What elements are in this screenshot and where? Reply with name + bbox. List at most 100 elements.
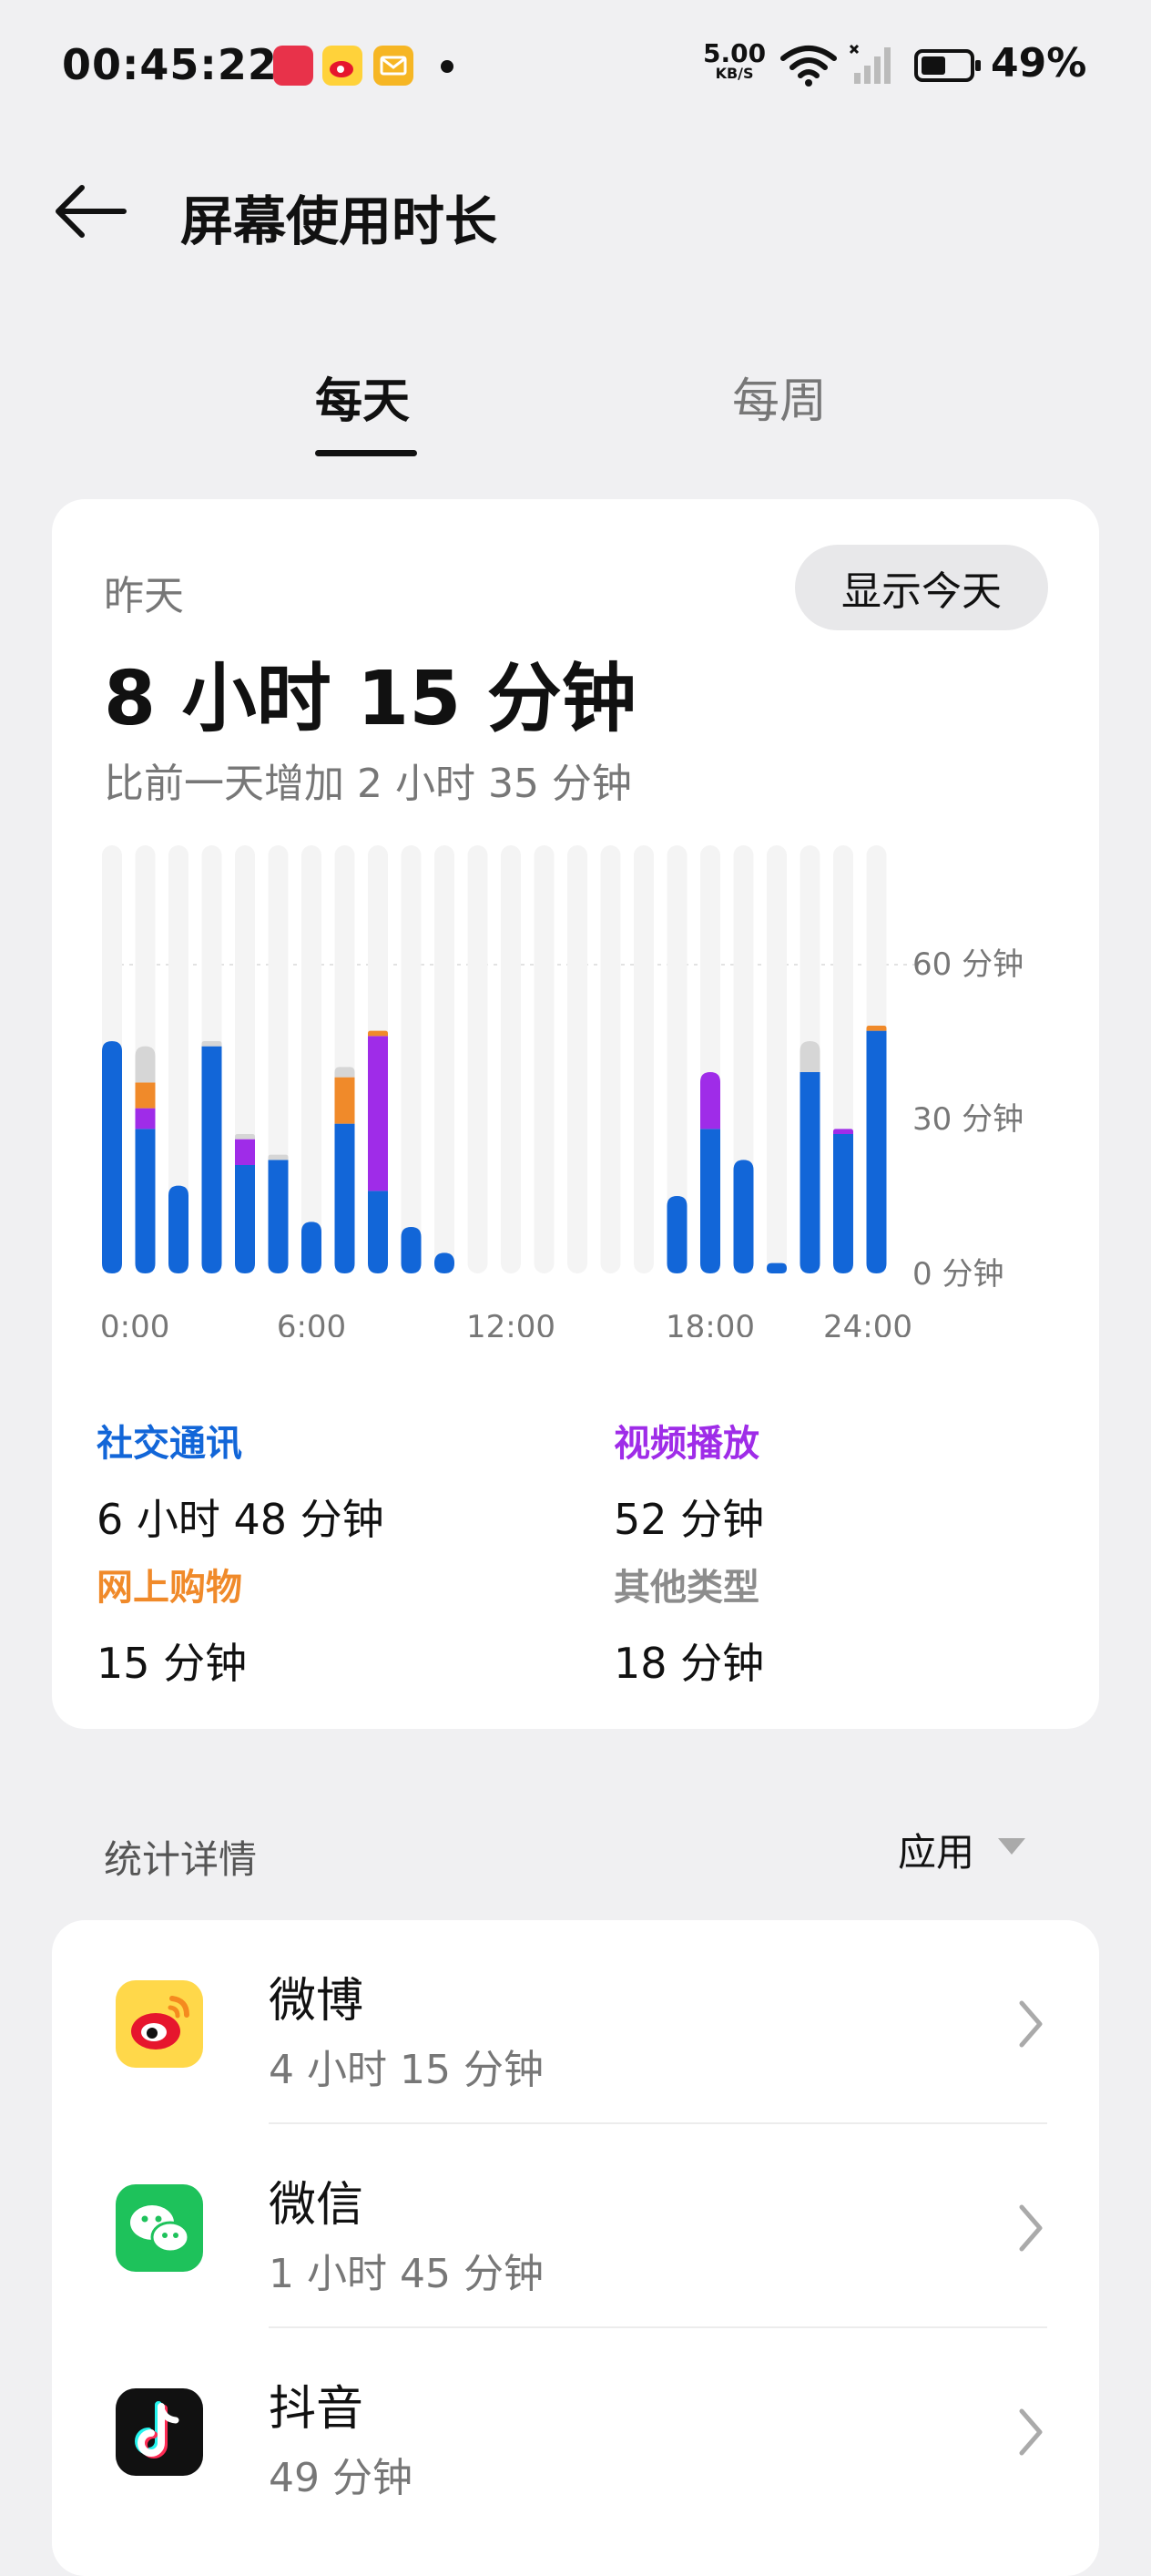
category-social-label: 社交通讯 xyxy=(97,1423,242,1465)
back-arrow-icon[interactable] xyxy=(51,182,127,240)
shopping-app-notification-icon xyxy=(273,46,313,86)
app-row-weibo[interactable]: 微博 4 小时 15 分钟 xyxy=(52,1920,1099,2124)
category-social-value: 6 小时 48 分钟 xyxy=(97,1495,384,1544)
y-tick-label: 30 分钟 xyxy=(912,1101,1024,1138)
battery-percent: 49% xyxy=(991,40,1087,87)
category-other: 其他类型 18 分钟 xyxy=(614,1558,764,1691)
app-name: 微信 xyxy=(269,2178,364,2233)
app-usage-time: 1 小时 45 分钟 xyxy=(269,2251,544,2297)
active-tab-indicator xyxy=(315,450,417,456)
bar-segment xyxy=(733,1160,754,1273)
more-notifications-dot xyxy=(441,60,453,73)
bar-segment xyxy=(401,1227,422,1273)
details-label: 统计详情 xyxy=(104,1837,258,1882)
category-shopping-value: 15 分钟 xyxy=(97,1639,248,1688)
bar-track xyxy=(567,845,587,1273)
bar-segment xyxy=(368,1030,388,1037)
bar-segment xyxy=(833,1134,853,1273)
bar-segment xyxy=(368,1191,388,1273)
category-shopping-label: 网上购物 xyxy=(97,1567,242,1609)
wifi-icon xyxy=(780,46,837,87)
category-video-label: 视频播放 xyxy=(614,1423,759,1465)
x-tick-label: 18:00 xyxy=(666,1309,755,1337)
wechat-icon xyxy=(116,2184,203,2272)
bar-segment xyxy=(135,1082,156,1109)
y-tick-label: 0 分钟 xyxy=(912,1256,1003,1293)
app-row-douyin[interactable]: 抖音 49 分钟 xyxy=(52,2328,1099,2532)
bar-track xyxy=(767,845,787,1273)
bar-segment xyxy=(334,1077,355,1124)
signal-icon xyxy=(849,44,891,84)
bar-segment xyxy=(700,1129,720,1273)
bar-segment xyxy=(268,1160,289,1273)
bar-segment xyxy=(235,1139,255,1165)
bar-track xyxy=(467,845,488,1273)
x-tick-label: 6:00 xyxy=(277,1309,346,1337)
bar-segment xyxy=(268,1154,289,1160)
page-title: 屏幕使用时长 xyxy=(180,190,498,252)
hourly-usage-chart[interactable]: 60 分钟 30 分钟 0 分钟 0:00 6:00 12:00 18:00 24:00 xyxy=(52,845,1099,1337)
bar-segment xyxy=(235,1134,255,1140)
y-tick-label: 60 分钟 xyxy=(912,946,1024,983)
network-speed: 5.00 KB/S xyxy=(703,38,767,82)
x-tick-label: 0:00 xyxy=(100,1309,169,1337)
bar-segment xyxy=(334,1067,355,1078)
dropdown-caret-icon[interactable] xyxy=(998,1838,1025,1855)
chevron-right-icon xyxy=(1019,2408,1043,2456)
bar-segment xyxy=(301,1222,321,1273)
usage-summary-card: 昨天 显示今天 8 小时 15 分钟 比前一天增加 2 小时 35 分钟 60 … xyxy=(52,499,1099,1729)
tab-daily[interactable]: 每天 xyxy=(315,363,410,431)
app-usage-time: 4 小时 15 分钟 xyxy=(269,2047,544,2093)
battery-icon xyxy=(914,49,981,82)
bar-segment xyxy=(135,1129,156,1273)
app-name: 微博 xyxy=(269,1974,364,2029)
app-row-wechat[interactable]: 微信 1 小时 45 分钟 xyxy=(52,2124,1099,2328)
mail-notification-icon xyxy=(373,46,413,86)
bar-segment xyxy=(767,1262,787,1273)
usage-comparison: 比前一天增加 2 小时 35 分钟 xyxy=(104,761,632,807)
tab-weekly[interactable]: 每周 xyxy=(732,363,827,431)
total-usage: 8 小时 15 分钟 xyxy=(104,656,637,742)
bar-segment xyxy=(667,1196,688,1273)
bar-segment xyxy=(168,1185,188,1273)
chevron-right-icon xyxy=(1019,2204,1043,2252)
bar-segment xyxy=(800,1072,820,1273)
status-bar: 00:45:22 5.00 KB/S 49% xyxy=(0,0,1151,137)
bar-segment xyxy=(700,1072,720,1130)
chevron-right-icon xyxy=(1019,2000,1043,2048)
details-filter-dropdown[interactable]: 应用 xyxy=(898,1822,974,1877)
bar-track xyxy=(401,845,422,1273)
bar-segment xyxy=(135,1046,156,1083)
bar-track xyxy=(501,845,521,1273)
x-tick-label: 24:00 xyxy=(823,1309,912,1337)
bar-track xyxy=(301,845,321,1273)
bar-segment xyxy=(201,1041,222,1047)
day-label: 昨天 xyxy=(104,573,184,619)
bar-segment xyxy=(833,1129,853,1134)
category-other-value: 18 分钟 xyxy=(614,1639,765,1688)
category-social: 社交通讯 6 小时 48 分钟 xyxy=(97,1414,384,1547)
bar-segment xyxy=(201,1046,222,1273)
app-usage-time: 49 分钟 xyxy=(269,2455,413,2501)
weibo-notification-icon xyxy=(322,46,362,86)
x-tick-label: 12:00 xyxy=(466,1309,555,1337)
category-video-value: 52 分钟 xyxy=(614,1495,765,1544)
bar-track xyxy=(534,845,555,1273)
bar-segment xyxy=(235,1165,255,1273)
douyin-icon xyxy=(116,2388,203,2476)
show-today-button[interactable]: 显示今天 xyxy=(795,545,1048,630)
bar-segment xyxy=(800,1041,820,1072)
bar-segment xyxy=(866,1030,887,1273)
bar-segment xyxy=(434,1252,454,1273)
bar-segment xyxy=(866,1026,887,1031)
bar-segment xyxy=(368,1036,388,1191)
category-other-label: 其他类型 xyxy=(614,1567,759,1609)
category-video: 视频播放 52 分钟 xyxy=(614,1414,764,1547)
bar-track xyxy=(434,845,454,1273)
bar-segment xyxy=(334,1123,355,1273)
weibo-icon xyxy=(116,1980,203,2068)
bar-segment xyxy=(135,1108,156,1130)
app-usage-list: 微博 4 小时 15 分钟 微信 1 小时 45 分钟 抖音 49 分钟 xyxy=(52,1920,1099,2576)
bar-segment xyxy=(102,1041,122,1273)
category-shopping: 网上购物 15 分钟 xyxy=(97,1558,247,1691)
